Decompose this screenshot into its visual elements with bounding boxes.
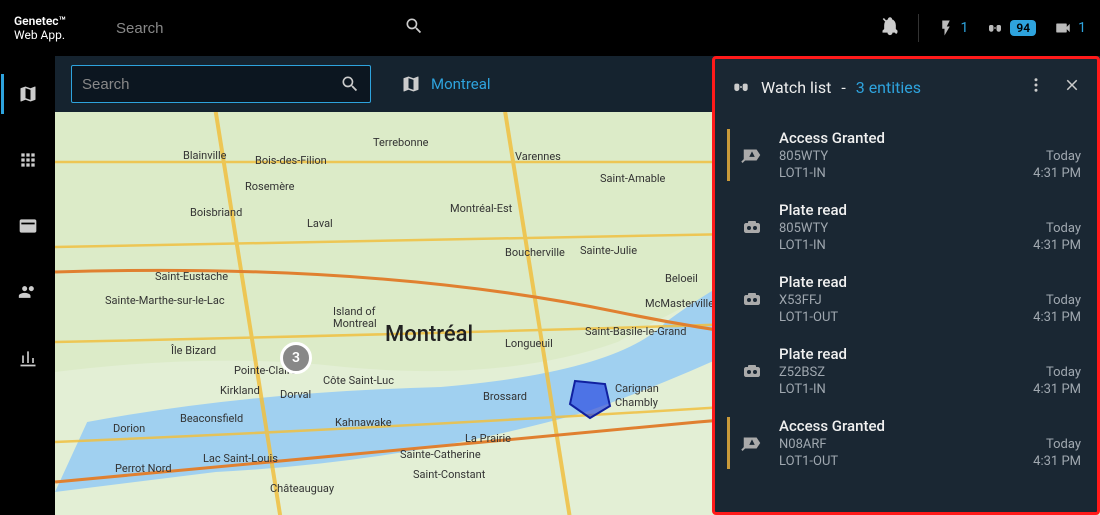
watchlist-event[interactable]: Plate read Z52BSZ LOT1-IN Today 4:31 PM xyxy=(715,335,1097,407)
sidebar-item-map[interactable] xyxy=(14,80,42,108)
watchlist-event[interactable]: Plate read 805WTY LOT1-IN Today 4:31 PM xyxy=(715,191,1097,263)
event-title: Access Granted xyxy=(779,417,1023,435)
sidebar-search-box[interactable] xyxy=(71,65,371,103)
sidebar-search-input[interactable] xyxy=(82,76,340,93)
event-lot: LOT1-IN xyxy=(779,166,1023,181)
event-time: 4:31 PM xyxy=(1033,238,1081,253)
global-search-input[interactable] xyxy=(112,12,432,45)
event-time: 4:31 PM xyxy=(1033,382,1081,397)
watchlist-event[interactable]: Access Granted 805WTY LOT1-IN Today 4:31 PM xyxy=(715,119,1097,191)
stat-bolt[interactable]: 1 xyxy=(937,19,969,37)
watchlist-event[interactable]: Plate read X53FFJ LOT1-OUT Today 4:31 PM xyxy=(715,263,1097,335)
event-icon xyxy=(735,417,769,469)
bell-off-icon[interactable] xyxy=(880,16,900,40)
sidebar xyxy=(0,56,55,515)
event-plate: N08ARF xyxy=(779,437,1023,452)
sidebar-item-people[interactable] xyxy=(14,278,42,306)
event-icon xyxy=(735,273,769,325)
watchlist-panel: Watch list - 3 entities Access Granted 80… xyxy=(712,56,1100,515)
event-title: Plate read xyxy=(779,273,1023,291)
event-time: 4:31 PM xyxy=(1033,310,1081,325)
close-icon[interactable] xyxy=(1063,76,1081,98)
event-day: Today xyxy=(1046,221,1081,236)
event-lot: LOT1-OUT xyxy=(779,454,1023,469)
watchlist-header: Watch list - 3 entities xyxy=(715,59,1097,115)
watchlist-subtitle: 3 entities xyxy=(856,78,921,97)
event-plate: X53FFJ xyxy=(779,293,1023,308)
map-icon xyxy=(401,74,421,94)
sidebar-item-reports[interactable] xyxy=(14,344,42,372)
event-title: Plate read xyxy=(779,345,1023,363)
location-label: Montreal xyxy=(431,75,491,93)
event-title: Access Granted xyxy=(779,129,1023,147)
event-lot: LOT1-IN xyxy=(779,238,1023,253)
event-title: Plate read xyxy=(779,201,1023,219)
topbar-right: 1 94 1 xyxy=(880,14,1086,42)
event-plate: 805WTY xyxy=(779,221,1023,236)
event-plate: 805WTY xyxy=(779,149,1023,164)
event-lot: LOT1-IN xyxy=(779,382,1023,397)
stat-camera[interactable]: 1 xyxy=(1054,19,1086,37)
stat-binoculars[interactable]: 94 xyxy=(986,19,1036,37)
event-day: Today xyxy=(1046,365,1081,380)
watchlist-body[interactable]: Access Granted805WTYLOT1-INToday4:31 PMP… xyxy=(715,115,1097,512)
event-day: Today xyxy=(1046,149,1081,164)
event-icon xyxy=(735,201,769,253)
brand-logo: Genetec™ Web App. xyxy=(14,14,104,43)
sidebar-item-card[interactable] xyxy=(14,212,42,240)
sidebar-item-grid[interactable] xyxy=(14,146,42,174)
event-day: Today xyxy=(1046,437,1081,452)
location-selector[interactable]: Montreal xyxy=(401,74,491,94)
event-lot: LOT1-OUT xyxy=(779,310,1023,325)
watchlist-event[interactable]: Access Granted N08ARF LOT1-OUT Today 4:31 PM xyxy=(715,407,1097,479)
content: Montreal xyxy=(55,56,1100,515)
event-time: 4:31 PM xyxy=(1033,454,1081,469)
binoculars-icon xyxy=(731,77,751,97)
event-day: Today xyxy=(1046,293,1081,308)
more-icon[interactable] xyxy=(1027,76,1045,98)
search-icon[interactable] xyxy=(340,74,360,94)
top-bar: Genetec™ Web App. 1 94 1 xyxy=(0,0,1100,56)
event-icon xyxy=(735,129,769,181)
event-icon xyxy=(735,345,769,397)
event-plate: Z52BSZ xyxy=(779,365,1023,380)
event-time: 4:31 PM xyxy=(1033,166,1081,181)
global-search[interactable] xyxy=(112,12,432,45)
search-icon[interactable] xyxy=(404,16,424,40)
map-cluster[interactable]: 3 xyxy=(280,342,312,374)
watchlist-title: Watch list xyxy=(761,78,831,97)
